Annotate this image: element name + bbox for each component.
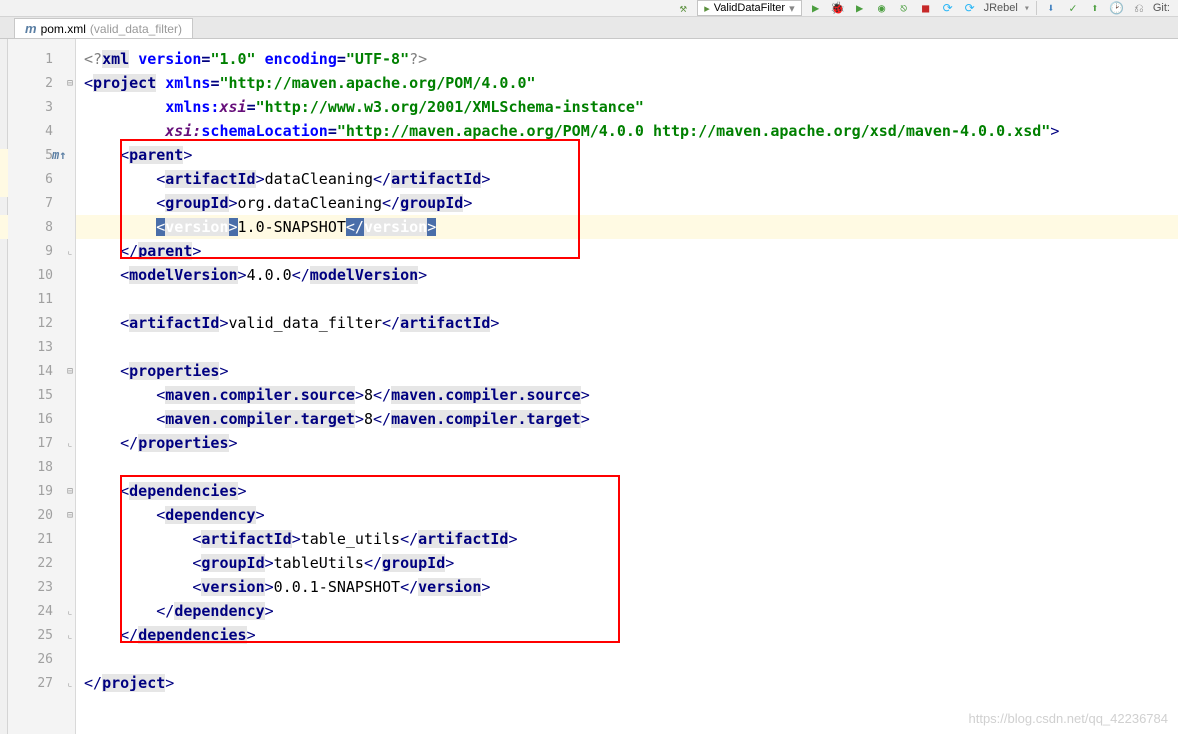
gutter-row[interactable]: 11 <box>8 287 75 311</box>
fold-end-icon[interactable]: ⌞ <box>67 630 73 641</box>
edge-marker <box>0 215 8 239</box>
code-line[interactable]: <project xmlns="http://maven.apache.org/… <box>76 71 1178 95</box>
watermark-text: https://blog.csdn.net/qq_42236784 <box>969 711 1169 726</box>
code-line[interactable]: </dependency> <box>76 599 1178 623</box>
fold-end-icon[interactable]: ⌞ <box>67 246 73 257</box>
gutter-row[interactable]: 23 <box>8 575 75 599</box>
jrebel-debug-icon[interactable]: ⟳ <box>962 0 978 16</box>
update-icon[interactable]: ⬇ <box>1043 0 1059 16</box>
editor-left-edge <box>0 39 8 734</box>
fold-end-icon[interactable]: ⌞ <box>67 606 73 617</box>
gutter-row[interactable]: 18 <box>8 455 75 479</box>
debug-icon[interactable]: 🐞 <box>830 0 846 16</box>
code-line[interactable]: </project> <box>76 671 1178 695</box>
gutter-row[interactable]: 16 <box>8 407 75 431</box>
gutter-row[interactable]: 7 <box>8 191 75 215</box>
gutter-row[interactable]: 4 <box>8 119 75 143</box>
gutter-row[interactable]: 20⊟ <box>8 503 75 527</box>
gutter-row[interactable]: 13 <box>8 335 75 359</box>
gutter-row[interactable]: 2⊟ <box>8 71 75 95</box>
jrebel-label: JRebel <box>984 2 1018 14</box>
code-line[interactable] <box>76 647 1178 671</box>
history-icon[interactable]: 🕑 <box>1109 0 1125 16</box>
attach-icon[interactable]: ⎋ <box>896 0 912 16</box>
gutter-row[interactable]: 12 <box>8 311 75 335</box>
gutter-row[interactable]: 1 <box>8 47 75 71</box>
stop-icon[interactable]: ■ <box>918 0 934 16</box>
gutter-row[interactable]: 26 <box>8 647 75 671</box>
code-line[interactable]: <artifactId>valid_data_filter</artifactI… <box>76 311 1178 335</box>
fold-end-icon[interactable]: ⌞ <box>67 438 73 449</box>
fold-icon[interactable]: ⊟ <box>67 510 73 521</box>
hammer-icon[interactable]: ⚒ <box>675 0 691 16</box>
gutter-row[interactable]: 27⌞ <box>8 671 75 695</box>
edge-marker <box>0 173 8 197</box>
code-line[interactable]: <modelVersion>4.0.0</modelVersion> <box>76 263 1178 287</box>
run-icon[interactable]: ▶ <box>808 0 824 16</box>
code-line[interactable]: <groupId>org.dataCleaning</groupId> <box>76 191 1178 215</box>
gutter-row[interactable]: 6 <box>8 167 75 191</box>
run-config-label: ValidDataFilter <box>714 2 785 14</box>
code-line[interactable]: <version>0.0.1-SNAPSHOT</version> <box>76 575 1178 599</box>
gutter-row[interactable]: 25⌞ <box>8 623 75 647</box>
code-line[interactable]: xmlns:xsi="http://www.w3.org/2001/XMLSch… <box>76 95 1178 119</box>
fold-end-icon[interactable]: ⌞ <box>67 678 73 689</box>
editor-tabs: m pom.xml (valid_data_filter) <box>0 17 1178 39</box>
code-line[interactable]: </parent> <box>76 239 1178 263</box>
git-label: Git: <box>1153 2 1170 14</box>
chevron-down-icon[interactable]: ▾ <box>1024 3 1030 14</box>
rollback-icon[interactable]: ⎌ <box>1131 0 1147 16</box>
code-editor[interactable]: <?xml version="1.0" encoding="UTF-8"?> <… <box>76 39 1178 734</box>
gutter-row[interactable]: 22 <box>8 551 75 575</box>
code-line[interactable]: xsi:schemaLocation="http://maven.apache.… <box>76 119 1178 143</box>
code-line[interactable]: <dependencies> <box>76 479 1178 503</box>
code-line[interactable]: <artifactId>table_utils</artifactId> <box>76 527 1178 551</box>
commit-icon[interactable]: ✓ <box>1065 0 1081 16</box>
main-toolbar: ⚒ ▸ ValidDataFilter ▾ ▶ 🐞 ▶ ◉ ⎋ ■ ⟳ ⟳ JR… <box>0 0 1178 17</box>
gutter-row[interactable]: 21 <box>8 527 75 551</box>
code-line[interactable]: </dependencies> <box>76 623 1178 647</box>
profile-icon[interactable]: ◉ <box>874 0 890 16</box>
gutter-row[interactable]: 14⊟ <box>8 359 75 383</box>
code-line[interactable] <box>76 287 1178 311</box>
gutter-row[interactable]: 10 <box>8 263 75 287</box>
gutter-row[interactable]: 15 <box>8 383 75 407</box>
tab-filename: pom.xml <box>41 22 86 36</box>
code-line[interactable]: <properties> <box>76 359 1178 383</box>
push-icon[interactable]: ⬆ <box>1087 0 1103 16</box>
gutter-row[interactable]: 9⌞ <box>8 239 75 263</box>
code-line[interactable]: <parent> <box>76 143 1178 167</box>
fold-icon[interactable]: ⊟ <box>67 486 73 497</box>
edge-marker <box>0 149 8 173</box>
code-line[interactable]: <maven.compiler.target>8</maven.compiler… <box>76 407 1178 431</box>
maven-file-icon: m <box>25 21 37 36</box>
jrebel-icon[interactable]: ⟳ <box>940 0 956 16</box>
fold-icon[interactable]: ⊟ <box>67 366 73 377</box>
tab-context: (valid_data_filter) <box>90 22 182 36</box>
code-line[interactable]: </properties> <box>76 431 1178 455</box>
code-line[interactable]: <maven.compiler.source>8</maven.compiler… <box>76 383 1178 407</box>
separator <box>1036 1 1037 15</box>
fold-icon[interactable]: ⊟ <box>67 78 73 89</box>
gutter-row[interactable]: 3 <box>8 95 75 119</box>
code-line[interactable]: <dependency> <box>76 503 1178 527</box>
code-line[interactable]: <groupId>tableUtils</groupId> <box>76 551 1178 575</box>
editor-area: 1 2⊟ 3 4 5m↑ 6 7 8 9⌞ 10 11 12 13 14⊟ 15… <box>8 39 1178 734</box>
tab-pom-xml[interactable]: m pom.xml (valid_data_filter) <box>14 18 193 38</box>
gutter-row[interactable]: 17⌞ <box>8 431 75 455</box>
gutter-row[interactable]: 24⌞ <box>8 599 75 623</box>
gutter: 1 2⊟ 3 4 5m↑ 6 7 8 9⌞ 10 11 12 13 14⊟ 15… <box>8 39 76 734</box>
code-line[interactable]: <?xml version="1.0" encoding="UTF-8"?> <box>76 47 1178 71</box>
gutter-row[interactable]: 19⊟ <box>8 479 75 503</box>
code-line[interactable]: <artifactId>dataCleaning</artifactId> <box>76 167 1178 191</box>
gutter-row[interactable]: 5m↑ <box>8 143 75 167</box>
chevron-down-icon: ▾ <box>789 2 795 15</box>
gutter-row[interactable]: 8 <box>8 215 75 239</box>
run-config-dropdown[interactable]: ▸ ValidDataFilter ▾ <box>697 0 801 16</box>
app-icon: ▸ <box>704 2 710 15</box>
code-line[interactable] <box>76 455 1178 479</box>
code-line[interactable] <box>76 335 1178 359</box>
maven-nav-icon[interactable]: m↑ <box>52 148 66 162</box>
coverage-icon[interactable]: ▶ <box>852 0 868 16</box>
